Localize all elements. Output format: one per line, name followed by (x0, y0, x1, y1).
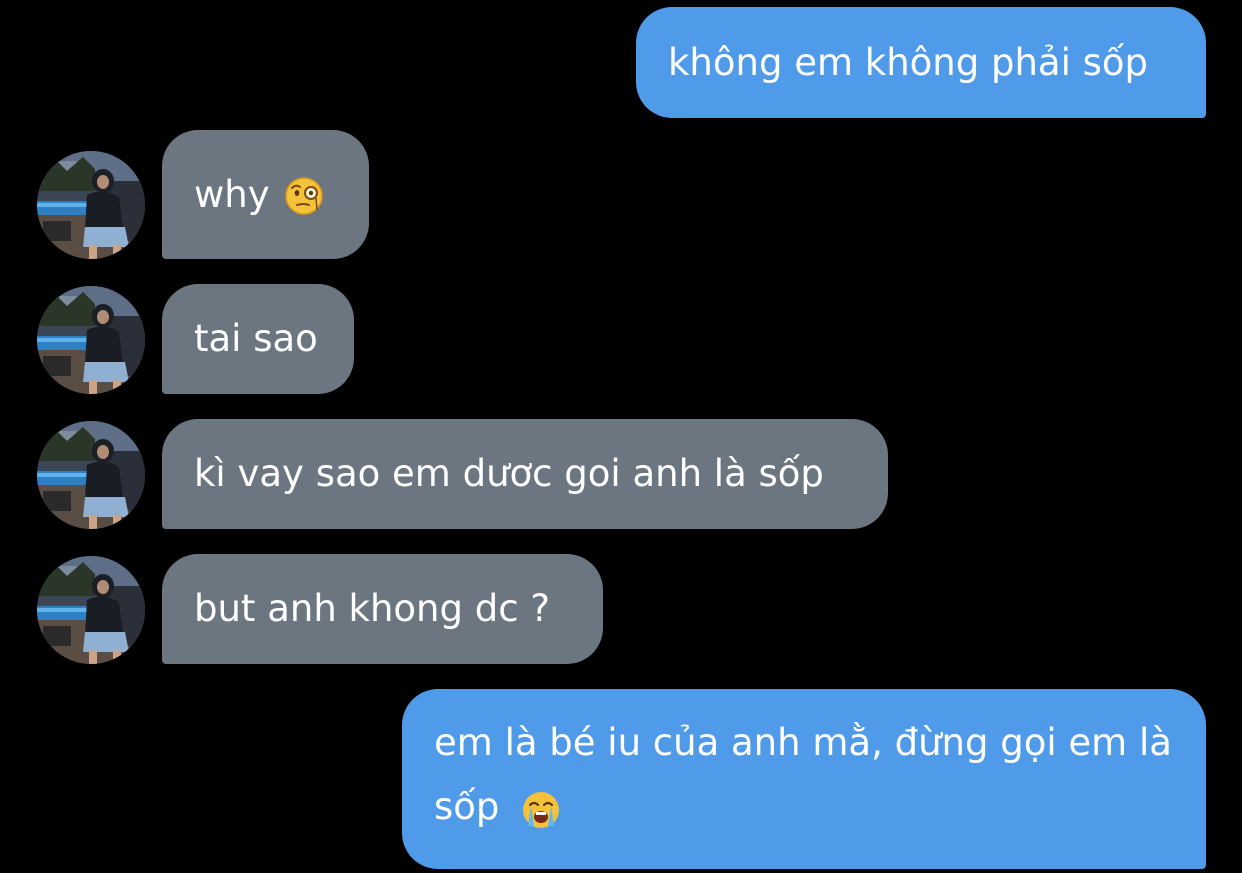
message-bubble-sent[interactable]: em là bé iu của anh mằ, đừng gọi em là s… (402, 689, 1206, 869)
message-bubble-received[interactable]: why (162, 130, 369, 259)
message-text: why (194, 172, 270, 216)
message-text: but anh khong dc ? (194, 587, 550, 630)
face-with-monocle-icon (284, 172, 324, 215)
message-bubble-received[interactable]: but anh khong dc ? (162, 554, 603, 664)
avatar[interactable] (37, 286, 145, 394)
avatar[interactable] (37, 421, 145, 529)
loudly-crying-face-icon (521, 786, 561, 828)
message-text: kì vay sao em dươc goi anh là sốp (194, 452, 824, 495)
message-bubble-received[interactable]: kì vay sao em dươc goi anh là sốp (162, 419, 888, 529)
message-text: tai sao (194, 317, 318, 360)
avatar[interactable] (37, 556, 145, 664)
message-bubble-sent[interactable]: không em không phải sốp (636, 7, 1206, 118)
avatar[interactable] (37, 151, 145, 259)
message-text: không em không phải sốp (668, 40, 1149, 84)
message-bubble-received[interactable]: tai sao (162, 284, 354, 394)
